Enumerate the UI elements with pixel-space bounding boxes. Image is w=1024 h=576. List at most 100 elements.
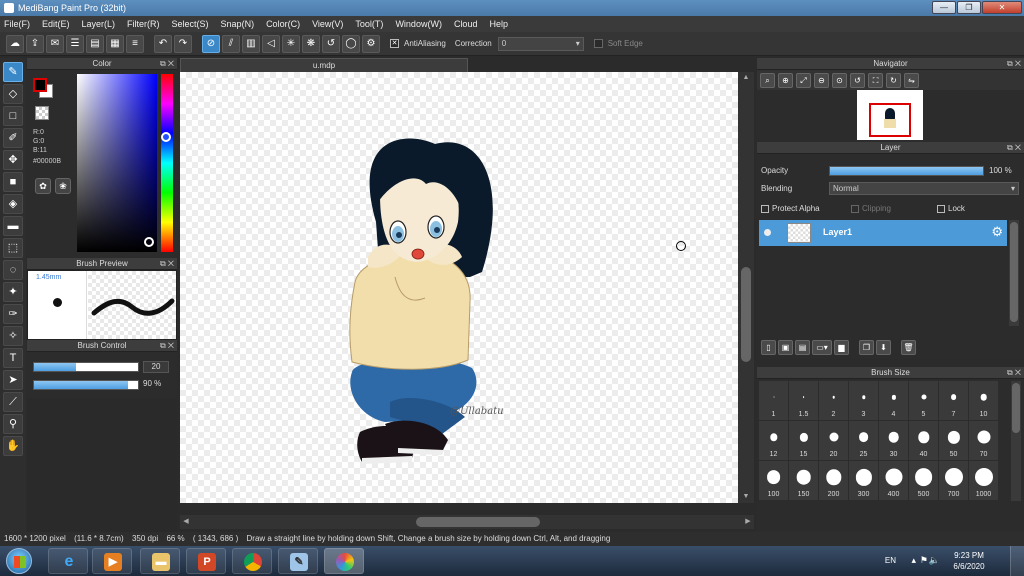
menu-select[interactable]: Select(S)	[172, 19, 209, 29]
merge-down-icon[interactable]: ⬇	[876, 340, 891, 355]
panel-detach-close-icon[interactable]: ⧉ ✕	[1007, 142, 1021, 154]
snap-grid-icon[interactable]: ▥	[242, 34, 260, 53]
snap-off-icon[interactable]: ⊘	[202, 34, 220, 53]
eraser-tool-icon[interactable]: ◇	[3, 84, 23, 104]
share-icon[interactable]: ⇪	[26, 34, 44, 53]
navigator-thumbnail[interactable]	[857, 90, 923, 140]
hand-tool-icon[interactable]: ✋	[3, 436, 23, 456]
new-8bit-layer-icon[interactable]: ▤	[795, 340, 810, 355]
move-tool-icon[interactable]: ✥	[3, 150, 23, 170]
taskbar-paint[interactable]: ✎	[278, 548, 318, 574]
canvas-vertical-scrollbar[interactable]: ▲ ▼	[738, 72, 754, 503]
menu-edit[interactable]: Edit(E)	[42, 19, 70, 29]
panel-detach-close-icon[interactable]: ⧉ ✕	[1007, 367, 1021, 379]
sv-picker-cursor[interactable]	[144, 237, 154, 247]
menu-view[interactable]: View(V)	[312, 19, 343, 29]
add-layer-menu-icon[interactable]: ▭▾	[812, 340, 832, 355]
menu-window[interactable]: Window(W)	[395, 19, 442, 29]
undo-icon[interactable]: ↶	[154, 34, 172, 53]
brush-size-option[interactable]: 70	[969, 421, 998, 460]
zoom-out-icon[interactable]: ⊖	[814, 72, 829, 88]
snap-radial-curve-icon[interactable]: ❋	[302, 34, 320, 53]
brush-size-option[interactable]: 15	[789, 421, 818, 460]
document-icon[interactable]: ▤	[86, 34, 104, 53]
canvas-horizontal-scrollbar[interactable]: ◀ ▶	[180, 515, 754, 529]
brush-size-option[interactable]: 10	[969, 381, 998, 420]
zoom-actual-icon[interactable]: ⤢	[796, 72, 811, 88]
brush-size-option[interactable]: 1000	[969, 461, 998, 500]
show-desktop-button[interactable]	[1010, 546, 1024, 576]
hue-slider-cursor[interactable]	[161, 132, 171, 142]
rotate-right-icon[interactable]: ↻	[886, 72, 901, 88]
gradient-tool-icon[interactable]: ▬	[3, 216, 23, 236]
brush-size-option[interactable]: 400	[879, 461, 908, 500]
layer-item[interactable]: Layer1 ⚙	[759, 220, 1007, 246]
rectangle-tool-icon[interactable]: □	[3, 106, 23, 126]
menu-cloud[interactable]: Cloud	[454, 19, 478, 29]
input-language[interactable]: EN	[885, 556, 896, 565]
menu-help[interactable]: Help	[489, 19, 508, 29]
brush-size-option[interactable]: 700	[939, 461, 968, 500]
minimize-button[interactable]: —	[932, 1, 956, 14]
document-tab[interactable]: u.mdp	[180, 58, 468, 72]
duplicate-layer-icon[interactable]: ❐	[859, 340, 874, 355]
scroll-down-icon[interactable]: ▼	[738, 491, 754, 503]
dot-tool-icon[interactable]: ✐	[3, 128, 23, 148]
flip-icon[interactable]: ⇋	[904, 72, 919, 88]
drawing-canvas[interactable]: @Ullabatu	[180, 72, 738, 503]
redo-icon[interactable]: ↷	[174, 34, 192, 53]
layer-opacity-slider[interactable]	[829, 166, 984, 176]
start-button[interactable]	[6, 548, 32, 574]
protect-alpha-checkbox[interactable]	[761, 204, 769, 213]
taskbar-explorer[interactable]: ▬	[140, 548, 180, 574]
snap-settings-icon[interactable]: ⚙	[362, 34, 380, 53]
brush-size-option[interactable]: 20	[819, 421, 848, 460]
new-folder-icon[interactable]: ▆	[834, 340, 849, 355]
scroll-left-icon[interactable]: ◀	[180, 515, 192, 529]
eyedropper-tool-icon[interactable]: ⚲	[3, 414, 23, 434]
delete-layer-trash-icon[interactable]: 🗑	[901, 340, 916, 355]
layer-settings-gear-icon[interactable]: ⚙	[991, 224, 1003, 240]
snap-radial-icon[interactable]: ✳	[282, 34, 300, 53]
taskbar-media[interactable]: ▶	[92, 548, 132, 574]
brush-size-option[interactable]: 1.5	[789, 381, 818, 420]
fit-screen-icon[interactable]: ⛶	[868, 72, 883, 88]
close-button[interactable]: ✕	[982, 1, 1022, 14]
taskbar-powerpoint[interactable]: P	[186, 548, 226, 574]
cloud-icon[interactable]: ☁	[6, 34, 24, 53]
panel-detach-close-icon[interactable]: ⧉ ✕	[160, 58, 174, 70]
color-settings-icon[interactable]: ❀	[55, 178, 71, 194]
brush-opacity-slider[interactable]	[33, 380, 139, 390]
blending-select[interactable]: Normal	[829, 182, 1019, 195]
menu-layer[interactable]: Layer(L)	[82, 19, 116, 29]
brush-size-option[interactable]: 50	[939, 421, 968, 460]
maximize-button[interactable]: ❐	[957, 1, 981, 14]
menu-filter[interactable]: Filter(R)	[127, 19, 160, 29]
brush-size-value[interactable]: 20	[143, 361, 169, 373]
tray-arrow-icon[interactable]: ▴	[911, 555, 916, 566]
select-pen-tool-icon[interactable]: ✑	[3, 304, 23, 324]
saturation-value-picker[interactable]	[77, 74, 157, 252]
comic-panel-icon[interactable]: ▦	[106, 34, 124, 53]
palette-icon[interactable]: ✿	[35, 178, 51, 194]
brush-size-slider[interactable]	[33, 362, 139, 372]
menu-snap[interactable]: Snap(N)	[221, 19, 255, 29]
rotate-left-icon[interactable]: ↺	[850, 72, 865, 88]
taskbar-medibang[interactable]	[324, 548, 364, 574]
comment-icon[interactable]: ✉	[46, 34, 64, 53]
clock-date[interactable]: 6/6/2020	[944, 562, 994, 571]
chat-icon[interactable]: ☰	[66, 34, 84, 53]
foreground-color-swatch[interactable]	[33, 78, 47, 92]
zoom-in-icon[interactable]: ⊕	[778, 72, 793, 88]
text-tool-icon[interactable]: T	[3, 348, 23, 368]
brush-size-option[interactable]: 5	[909, 381, 938, 420]
text-list-icon[interactable]: ≡	[126, 34, 144, 53]
layer-visibility-icon[interactable]	[764, 229, 771, 236]
menu-file[interactable]: File(F)	[4, 19, 30, 29]
zoom-reset-icon[interactable]: ⊙	[832, 72, 847, 88]
scroll-up-icon[interactable]: ▲	[738, 72, 754, 84]
divide-tool-icon[interactable]: ⟋	[3, 392, 23, 412]
panel-detach-close-icon[interactable]: ⧉ ✕	[1007, 58, 1021, 70]
lasso-tool-icon[interactable]: ◌	[3, 260, 23, 280]
new-layer-icon[interactable]: ▯	[761, 340, 776, 355]
